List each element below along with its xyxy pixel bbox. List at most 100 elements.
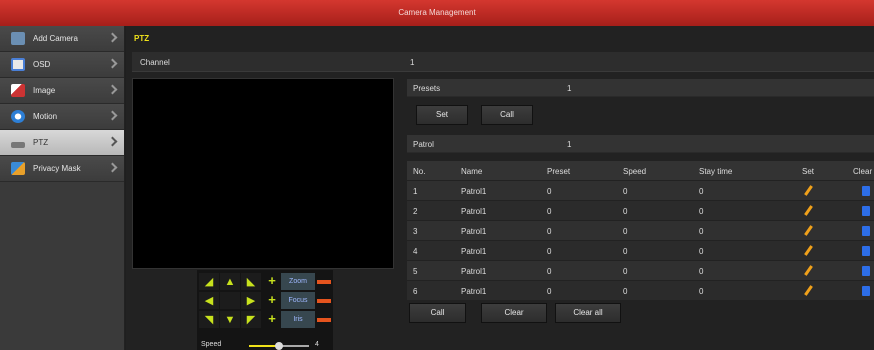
row-number: 6 [413, 287, 418, 296]
clear-icon[interactable] [862, 246, 870, 256]
down-right-arrow-icon[interactable]: ◤ [241, 311, 261, 328]
up-arrow-icon[interactable]: ▲ [220, 273, 240, 290]
table-row: 2 Patrol1 0 0 0 [407, 201, 874, 221]
speed-control: Speed 4 [197, 341, 333, 350]
row-number: 4 [413, 247, 418, 256]
row-preset: 0 [547, 207, 552, 216]
motion-icon [11, 110, 25, 123]
chevron-right-icon [107, 84, 118, 95]
center-button[interactable] [220, 292, 240, 309]
presets-select[interactable]: 1 [567, 84, 571, 93]
clear-icon[interactable] [862, 226, 870, 236]
sidebar-item-label: PTZ [33, 138, 49, 147]
left-arrow-icon[interactable]: ◀ [199, 292, 219, 309]
patrol-select[interactable]: 1 [567, 140, 571, 149]
row-speed: 0 [623, 267, 628, 276]
down-left-arrow-icon[interactable]: ◥ [199, 311, 219, 328]
right-arrow-icon[interactable]: ▶ [241, 292, 261, 309]
sidebar-item-label: Image [33, 86, 56, 95]
speed-slider-handle[interactable] [275, 342, 283, 350]
video-preview[interactable] [132, 78, 394, 269]
clear-icon[interactable] [862, 186, 870, 196]
zoom-label: Zoom [281, 273, 315, 290]
row-preset: 0 [547, 227, 552, 236]
up-right-arrow-icon[interactable]: ◣ [241, 273, 261, 290]
speed-slider[interactable] [249, 342, 309, 350]
row-speed: 0 [623, 227, 628, 236]
row-name: Patrol1 [461, 247, 487, 256]
up-left-arrow-icon[interactable]: ◢ [199, 273, 219, 290]
row-number: 5 [413, 267, 418, 276]
edit-pencil-icon[interactable] [804, 205, 813, 216]
preset-set-button[interactable]: Set [416, 105, 468, 125]
edit-pencil-icon[interactable] [804, 185, 813, 196]
edit-pencil-icon[interactable] [804, 265, 813, 276]
focus-near-button[interactable]: + [265, 293, 279, 307]
presets-row[interactable]: Presets 1 [407, 79, 874, 97]
row-number: 2 [413, 207, 418, 216]
column-header: Speed [623, 167, 647, 176]
privacy-mask-icon [11, 162, 25, 175]
sidebar-item-motion[interactable]: Motion [0, 104, 124, 130]
osd-icon [11, 58, 25, 71]
down-arrow-icon[interactable]: ▼ [220, 311, 240, 328]
channel-select[interactable]: 1 [410, 58, 414, 67]
table-header: No. Name Preset Speed Stay time Set Clea… [407, 161, 874, 181]
image-icon [11, 84, 25, 97]
focus-far-button[interactable] [317, 299, 331, 303]
iris-open-button[interactable]: + [265, 312, 279, 326]
patrol-row[interactable]: Patrol 1 [407, 135, 874, 153]
edit-pencil-icon[interactable] [804, 285, 813, 296]
sidebar-item-label: Motion [33, 112, 58, 121]
row-stay-time: 0 [699, 267, 704, 276]
column-header: No. [413, 167, 426, 176]
chevron-right-icon [107, 58, 118, 69]
row-number: 1 [413, 187, 418, 196]
edit-pencil-icon[interactable] [804, 245, 813, 256]
sidebar-item-privacy-mask[interactable]: Privacy Mask [0, 156, 124, 182]
chevron-right-icon [107, 32, 118, 43]
row-preset: 0 [547, 247, 552, 256]
patrol-clear-button[interactable]: Clear [481, 303, 547, 323]
clear-icon[interactable] [862, 286, 870, 296]
speed-label: Speed [201, 341, 222, 348]
table-row: 6 Patrol1 0 0 0 [407, 281, 874, 301]
clear-icon[interactable] [862, 266, 870, 276]
table-row: 4 Patrol1 0 0 0 [407, 241, 874, 261]
table-row: 3 Patrol1 0 0 0 [407, 221, 874, 241]
iris-close-button[interactable] [317, 318, 331, 322]
row-stay-time: 0 [699, 227, 704, 236]
sidebar-item-ptz[interactable]: PTZ [0, 130, 124, 156]
zoom-in-button[interactable]: + [265, 274, 279, 288]
row-name: Patrol1 [461, 287, 487, 296]
row-stay-time: 0 [699, 247, 704, 256]
table-row: 1 Patrol1 0 0 0 [407, 181, 874, 201]
row-speed: 0 [623, 287, 628, 296]
ptz-control-pad: ◢ ▲ ◣ ◀ ▶ ◥ ▼ ◤ + Zoom + Focus + Iris [197, 270, 333, 350]
patrol-label: Patrol [413, 140, 434, 149]
row-name: Patrol1 [461, 267, 487, 276]
row-preset: 0 [547, 267, 552, 276]
column-header: Name [461, 167, 483, 176]
sidebar: Add Camera OSD Image Motion PTZ Privacy … [0, 26, 125, 350]
table-row: 5 Patrol1 0 0 0 [407, 261, 874, 281]
clear-icon[interactable] [862, 206, 870, 216]
column-header: Set [802, 167, 815, 176]
column-header: Clear [853, 167, 873, 176]
sidebar-item-add-camera[interactable]: Add Camera [0, 26, 124, 52]
row-speed: 0 [623, 187, 628, 196]
presets-label: Presets [413, 84, 441, 93]
patrol-clear-all-button[interactable]: Clear all [555, 303, 621, 323]
patrol-call-button[interactable]: Call [409, 303, 466, 323]
row-stay-time: 0 [699, 287, 704, 296]
zoom-out-button[interactable] [317, 280, 331, 284]
edit-pencil-icon[interactable] [804, 225, 813, 236]
channel-row[interactable]: Channel 1 [132, 52, 874, 72]
main-panel: PTZ Channel 1 ◢ ▲ ◣ ◀ ▶ ◥ ▼ ◤ + Zoom + F… [126, 26, 874, 350]
patrol-table: No. Name Preset Speed Stay time Set Clea… [407, 161, 874, 301]
chevron-right-icon [107, 162, 118, 173]
sidebar-item-image[interactable]: Image [0, 78, 124, 104]
sidebar-item-osd[interactable]: OSD [0, 52, 124, 78]
preset-call-button[interactable]: Call [481, 105, 533, 125]
page-title: PTZ [134, 34, 150, 43]
